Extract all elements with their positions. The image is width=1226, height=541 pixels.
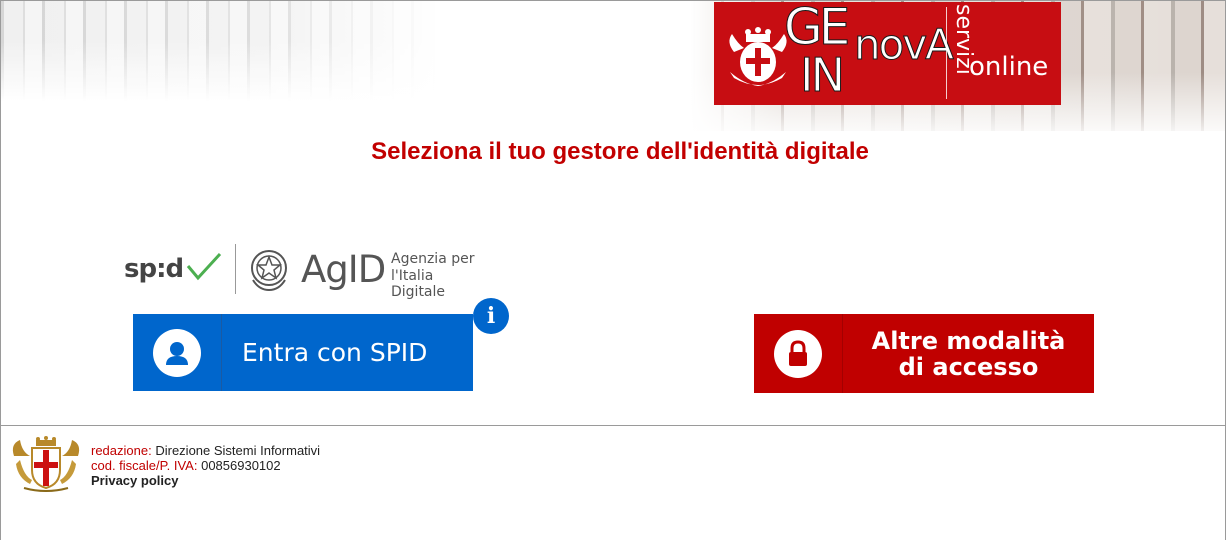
agid-subtitle-line1: Agenzia per [391, 251, 475, 267]
spid-agid-logos: sp:d AgID Agenzia per l'Italia Digitale [124, 244, 484, 300]
other-access-button[interactable]: Altre modalità di accesso [754, 314, 1094, 393]
logos-divider [235, 244, 236, 294]
footer-codfiscale: cod. fiscale/P. IVA: 00856930102 [91, 458, 320, 473]
footer-divider [1, 425, 1225, 426]
logo-online: online [969, 52, 1049, 82]
other-access-label-line1: Altre modalità [871, 326, 1066, 355]
other-access-label: Altre modalità di accesso [843, 314, 1094, 393]
logo-divider [946, 7, 947, 99]
italy-emblem-icon [251, 250, 287, 292]
redazione-value: Direzione Sistemi Informativi [155, 443, 321, 458]
footer-redazione: redazione: Direzione Sistemi Informativi [91, 443, 320, 458]
agid-logo: AgID [301, 248, 386, 291]
user-icon [153, 329, 201, 377]
lock-icon [774, 330, 822, 378]
page-title: Seleziona il tuo gestore dell'identità d… [371, 138, 869, 165]
spid-info-button[interactable]: i [473, 298, 509, 334]
logo-nova: novA [854, 20, 955, 70]
genova-crest-icon [729, 27, 787, 86]
genova-coat-of-arms-icon [12, 436, 80, 492]
redazione-label: redazione: [91, 443, 152, 458]
agid-subtitle-line2: l'Italia Digitale [391, 268, 446, 300]
banner-photo-left [1, 1, 441, 101]
codfiscale-value: 00856930102 [201, 458, 281, 473]
footer-info: redazione: Direzione Sistemi Informativi… [91, 443, 320, 488]
privacy-policy-link[interactable]: Privacy policy [91, 473, 178, 488]
spid-login-button[interactable]: Entra con SPID [133, 314, 473, 391]
genova-innova-logo[interactable]: GE IN novA servizi online [714, 2, 1061, 105]
other-access-label-line2: di accesso [898, 352, 1039, 381]
info-icon: i [486, 303, 496, 329]
codfiscale-label: cod. fiscale/P. IVA: [91, 458, 198, 473]
spid-logo: sp:d [124, 254, 184, 284]
spid-button-label: Entra con SPID [242, 337, 428, 367]
spid-check-icon [186, 252, 222, 281]
logo-in: IN [800, 48, 846, 103]
